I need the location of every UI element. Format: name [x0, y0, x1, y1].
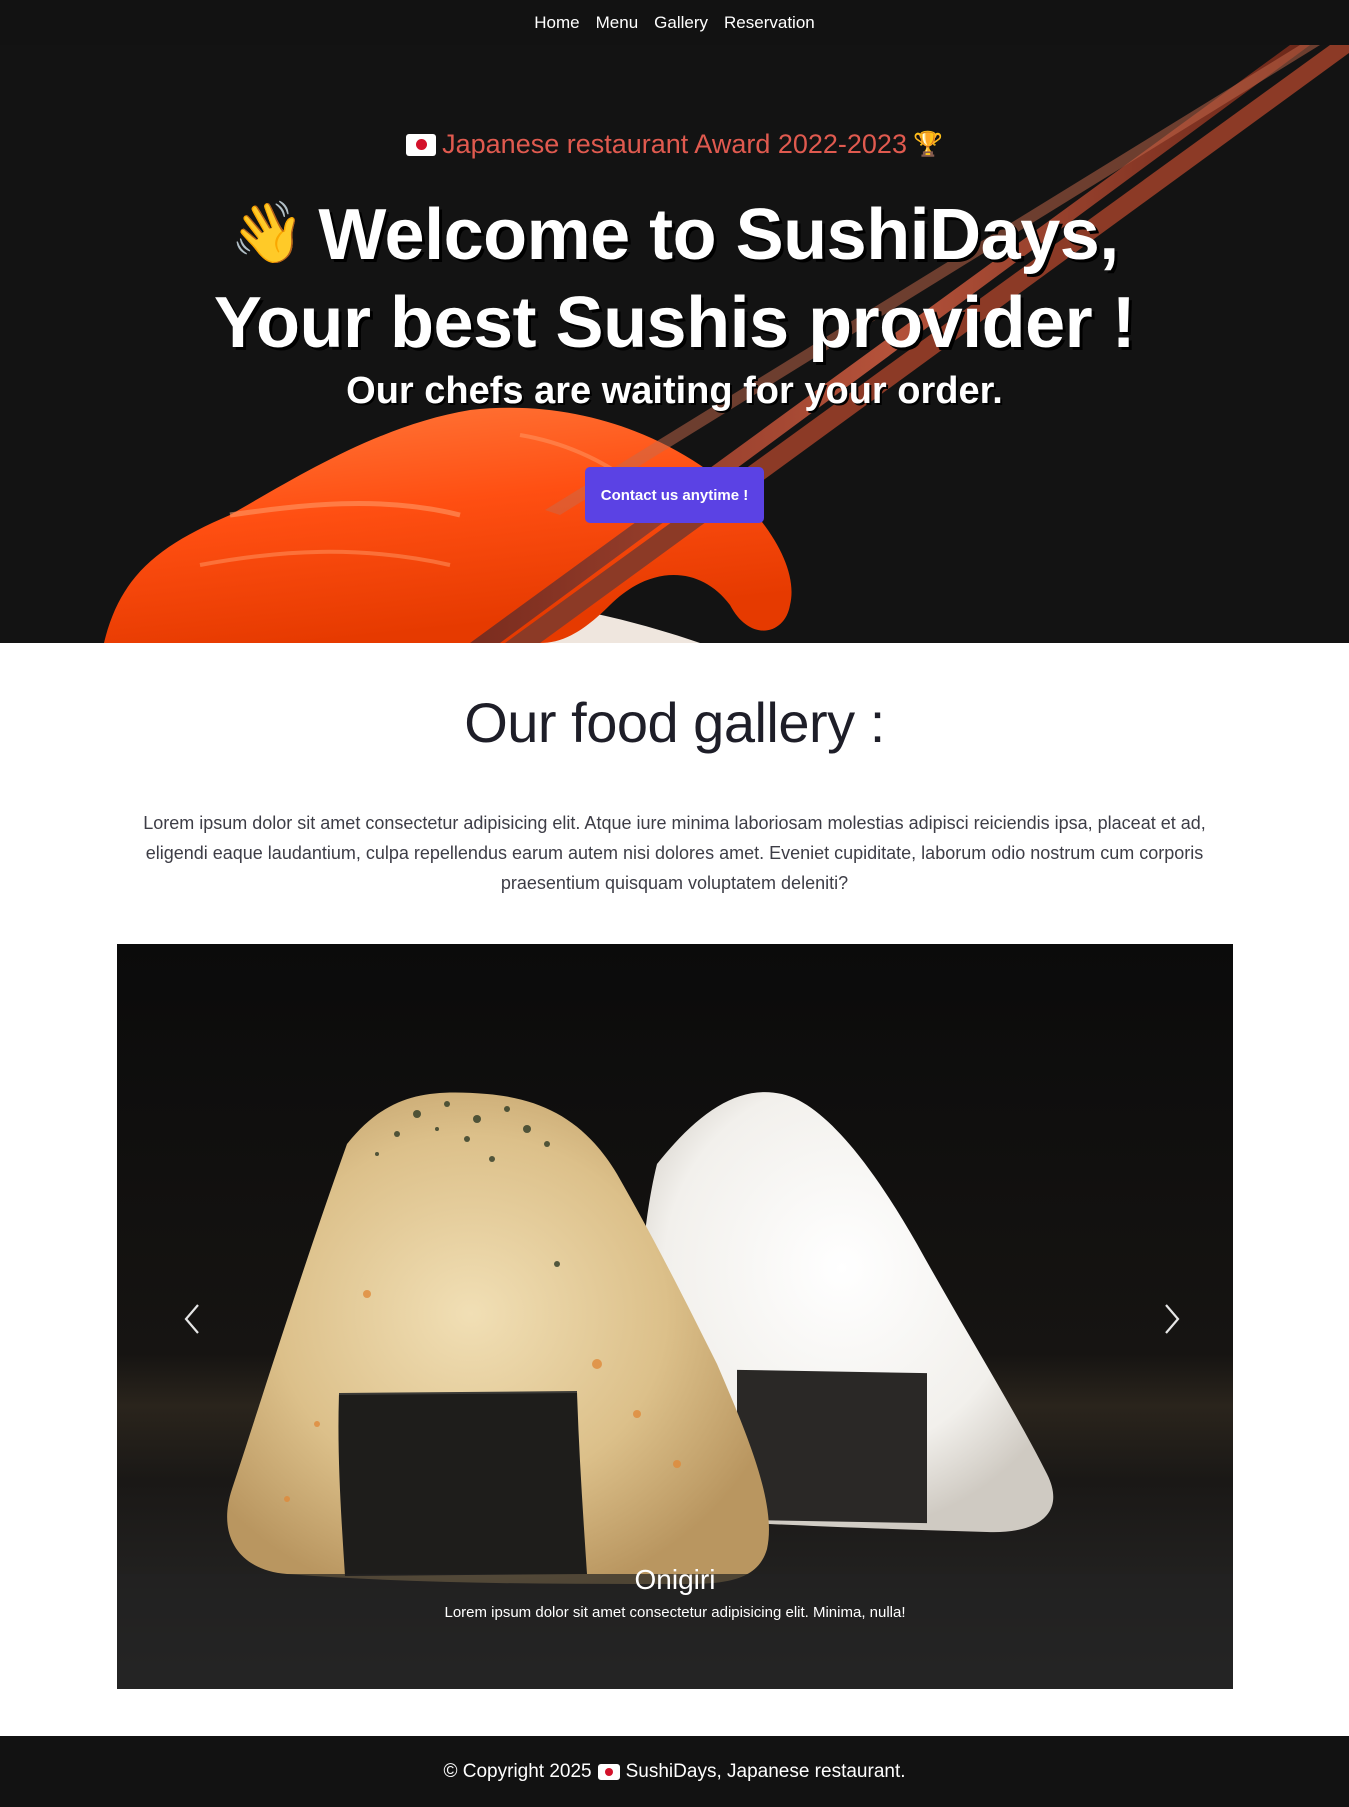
nav-link-gallery[interactable]: Gallery [654, 9, 708, 37]
gallery-title: Our food gallery : [464, 691, 885, 754]
slide-title: Onigiri [634, 1564, 716, 1595]
hero-headline-text: Welcome to SushiDays, Your best Sushis p… [213, 195, 1136, 363]
nav-link-home[interactable]: Home [534, 9, 579, 37]
hero-headline: 👋 Welcome to SushiDays, Your best Sushis … [160, 189, 1189, 367]
waving-hand-icon: 👋 [230, 199, 305, 266]
chevron-right-icon [1165, 1304, 1180, 1334]
copyright-text: © Copyright 2025 [443, 1760, 592, 1782]
gallery-description: Lorem ipsum dolor sit amet consectetur a… [143, 813, 1206, 893]
japan-flag-icon [597, 1763, 620, 1780]
hero-subline: Our chefs are waiting for your order. [346, 370, 1003, 412]
award-banner: Japanese restaurant Award 2022-2023 🏆 [0, 129, 1349, 160]
carousel-next-button[interactable] [1147, 1299, 1197, 1339]
slide-text: Lorem ipsum dolor sit amet consectetur a… [444, 1604, 906, 1621]
contact-button[interactable]: Contact us anytime ! [585, 467, 764, 523]
japan-flag-icon [406, 133, 437, 156]
nav-link-reservation[interactable]: Reservation [724, 9, 815, 37]
trophy-icon: 🏆 [912, 131, 943, 158]
food-carousel: Onigiri Lorem ipsum dolor sit amet conse… [117, 944, 1233, 1689]
page-footer: © Copyright 2025 SushiDays, Japanese res… [0, 1736, 1349, 1807]
slide-caption: Onigiri Lorem ipsum dolor sit amet conse… [117, 1564, 1233, 1621]
restaurant-name: SushiDays, Japanese restaurant. [625, 1760, 906, 1782]
nav-link-menu[interactable]: Menu [596, 9, 639, 37]
hero-section: Japanese restaurant Award 2022-2023 🏆 👋 W… [0, 45, 1349, 643]
carousel-prev-button[interactable] [167, 1299, 217, 1339]
chevron-left-icon [184, 1304, 199, 1334]
top-navbar: Home Menu Gallery Reservation [0, 0, 1349, 45]
award-text: Japanese restaurant Award 2022-2023 [442, 129, 907, 159]
hero-content: Japanese restaurant Award 2022-2023 🏆 👋 W… [0, 45, 1349, 643]
